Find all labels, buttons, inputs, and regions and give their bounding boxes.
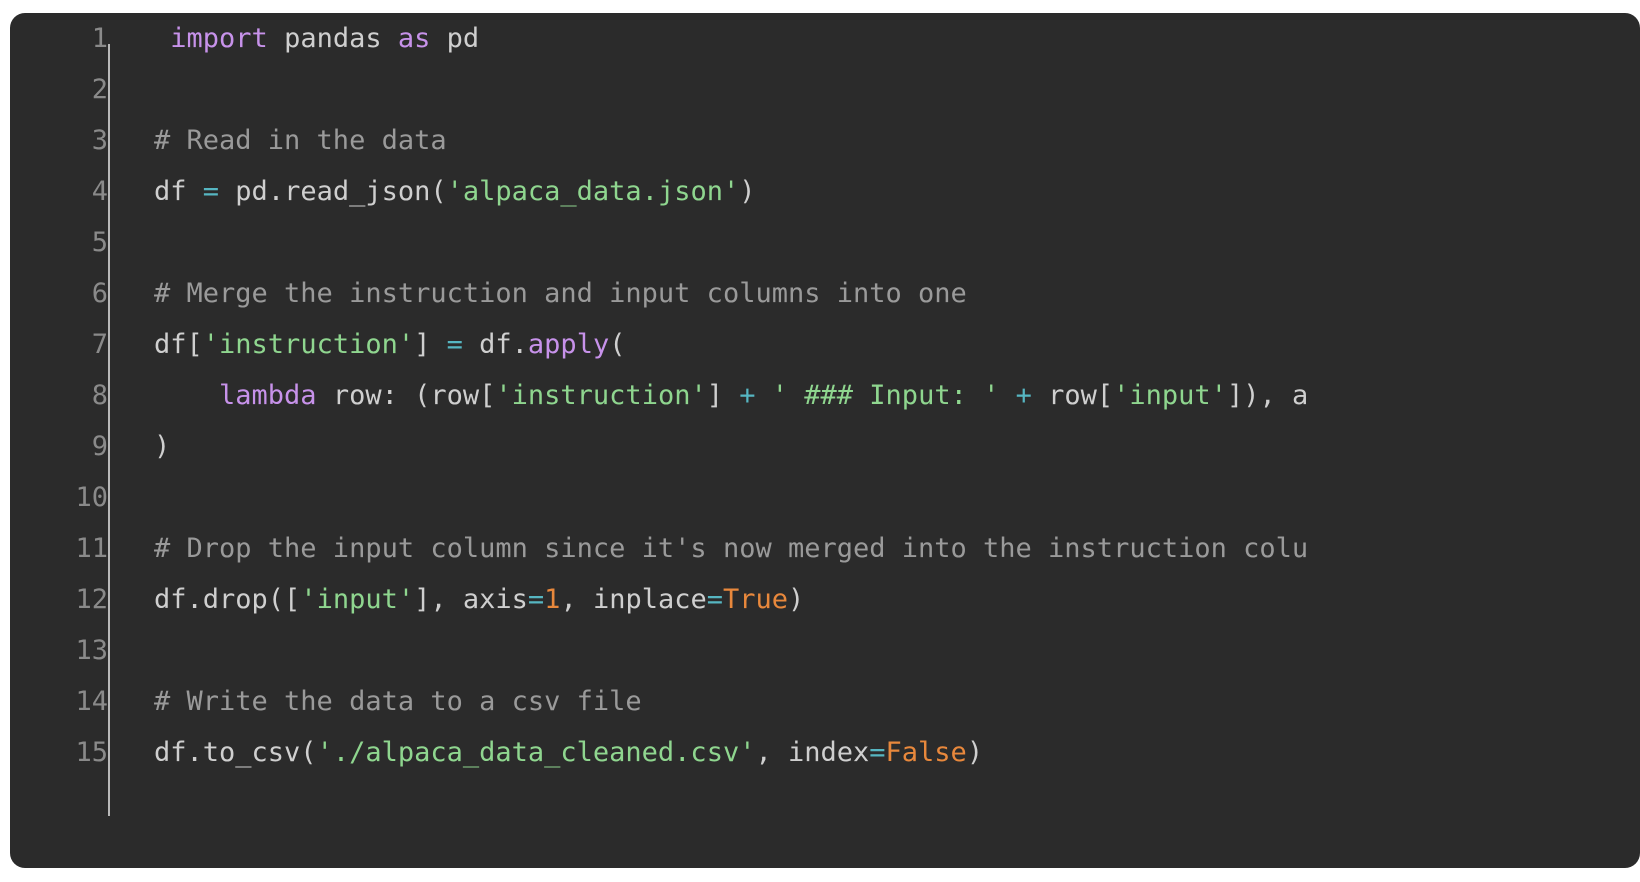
code-line: 3 # Read in the data <box>10 115 1308 166</box>
code-token: + <box>739 380 756 411</box>
code-token: lambda <box>219 380 317 411</box>
code-token: = <box>706 584 724 615</box>
code-token: row: (row[ <box>316 380 496 411</box>
code-token: + <box>1015 380 1032 411</box>
code-token: as <box>397 23 431 54</box>
code-token: False <box>885 737 967 768</box>
code-token: # Drop the input column since it's now m… <box>154 533 1309 564</box>
code-line-content[interactable]: # Read in the data <box>126 115 1308 166</box>
code-line: 8 lambda row: (row['instruction'] + ' ##… <box>10 370 1309 421</box>
code-token: './alpaca_data_cleaned.csv' <box>316 737 756 768</box>
code-token: # Write the data to a csv file <box>154 686 642 717</box>
code-line-content[interactable]: import pandas as pd <box>126 13 1308 64</box>
code-line-content[interactable]: ) <box>126 421 1308 472</box>
code-token: # Read in the data <box>154 125 447 156</box>
code-line: 15 df.to_csv('./alpaca_data_cleaned.csv',… <box>10 727 1308 778</box>
code-token: 1 <box>544 584 561 615</box>
code-line: 9) <box>10 421 1308 472</box>
code-token: = <box>446 329 463 360</box>
code-token: 'alpaca_data.json' <box>446 176 740 207</box>
code-token: ( <box>609 329 626 360</box>
code-token: 'input' <box>300 584 415 615</box>
code-token: ] <box>706 380 740 411</box>
code-token: df.to_csv( <box>154 737 317 768</box>
code-token: ' ### Input: ' <box>771 380 1000 411</box>
code-token: ) <box>966 737 984 768</box>
code-token: pandas <box>267 23 398 54</box>
code-token: , inplace <box>560 584 707 615</box>
code-line-content[interactable] <box>126 472 1308 523</box>
code-token: ) <box>154 431 171 462</box>
code-token: df. <box>462 329 528 360</box>
code-scroll-region[interactable]: 1 import pandas as pd 2 3 # Read in the da… <box>10 13 1640 868</box>
code-line-content[interactable]: # Drop the input column since it's now m… <box>126 523 1308 574</box>
code-line: 10 <box>10 472 1308 523</box>
code-token: df <box>154 176 203 207</box>
code-token: df[ <box>154 329 203 360</box>
code-line: 5 <box>10 217 1308 268</box>
code-token: import <box>170 23 268 54</box>
code-line-content[interactable]: # Write the data to a csv file <box>126 676 1308 727</box>
code-line: 7 df['instruction'] = df.apply( <box>10 319 1308 370</box>
code-line: 12 df.drop(['input'], axis=1, inplace=Tru… <box>10 574 1308 625</box>
code-token: 'instruction' <box>495 380 707 411</box>
code-line-content[interactable] <box>126 625 1308 676</box>
code-lines-body: 1 import pandas as pd 2 3 # Read in the da… <box>10 13 1308 778</box>
code-token: ], axis <box>414 584 528 615</box>
code-line: 11 # Drop the input column since it's now… <box>10 523 1308 574</box>
code-token: df.drop([ <box>154 584 301 615</box>
code-line-content[interactable] <box>126 64 1308 115</box>
code-token: = <box>527 584 545 615</box>
code-token: 'input' <box>1113 380 1227 411</box>
code-token: = <box>202 176 220 207</box>
code-token: ) <box>739 176 756 207</box>
code-line: 13 <box>10 625 1308 676</box>
gutter-divider <box>108 44 110 816</box>
code-token: pd <box>430 23 480 54</box>
code-token: = <box>869 737 886 768</box>
code-token: # Merge the instruction and input column… <box>154 278 967 309</box>
code-token: 'instruction' <box>202 329 415 360</box>
code-token: apply <box>527 329 610 360</box>
code-line: 14 # Write the data to a csv file <box>10 676 1308 727</box>
code-line-content[interactable]: df.to_csv('./alpaca_data_cleaned.csv', i… <box>126 727 1308 778</box>
code-token: ]), a <box>1226 380 1309 411</box>
code-token: ) <box>788 584 805 615</box>
code-line-content[interactable]: df['instruction'] = df.apply( <box>126 319 1308 370</box>
code-line-content[interactable]: lambda row: (row['instruction'] + ' ### … <box>126 370 1308 421</box>
code-line-content[interactable] <box>126 217 1308 268</box>
code-line-content[interactable]: # Merge the instruction and input column… <box>126 268 1308 319</box>
code-token: , index <box>755 737 870 768</box>
code-line: 2 <box>10 64 1308 115</box>
code-token: ] <box>414 329 447 360</box>
code-line-content[interactable]: df = pd.read_json('alpaca_data.json') <box>126 166 1308 217</box>
code-token: True <box>723 584 789 615</box>
code-block-card: 1 import pandas as pd 2 3 # Read in the da… <box>10 13 1640 868</box>
code-line-content[interactable]: df.drop(['input'], axis=1, inplace=True) <box>126 574 1308 625</box>
code-token: row[ <box>1031 380 1114 411</box>
code-line: 4 df = pd.read_json('alpaca_data.json') <box>10 166 1308 217</box>
code-lines-table: 1 import pandas as pd 2 3 # Read in the da… <box>10 13 1308 778</box>
code-line: 1 import pandas as pd <box>10 13 1308 64</box>
code-token: pd.read_json( <box>219 176 447 207</box>
code-line: 6 # Merge the instruction and input colum… <box>10 268 1308 319</box>
